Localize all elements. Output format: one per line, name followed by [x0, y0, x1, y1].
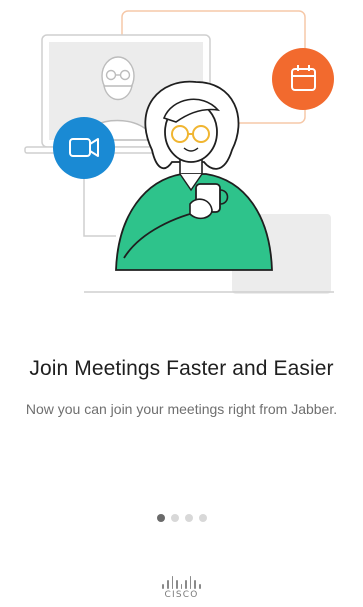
page-indicator	[0, 513, 363, 523]
page-dot-1[interactable]	[156, 514, 165, 522]
video-camera-icon	[53, 117, 115, 179]
cisco-logo: CISCO	[0, 575, 363, 600]
page-dot-3[interactable]	[184, 514, 193, 522]
onboarding-title: Join Meetings Faster and Easier	[29, 357, 334, 380]
onboarding-description: Now you can join your meetings right fro…	[25, 401, 338, 417]
calendar-icon	[272, 48, 334, 110]
page-dot-4[interactable]	[198, 514, 207, 522]
cisco-bars-icon	[162, 575, 201, 589]
page-dot-2[interactable]	[170, 514, 179, 522]
onboarding-illustration	[0, 0, 363, 300]
cisco-wordmark: CISCO	[164, 590, 199, 600]
